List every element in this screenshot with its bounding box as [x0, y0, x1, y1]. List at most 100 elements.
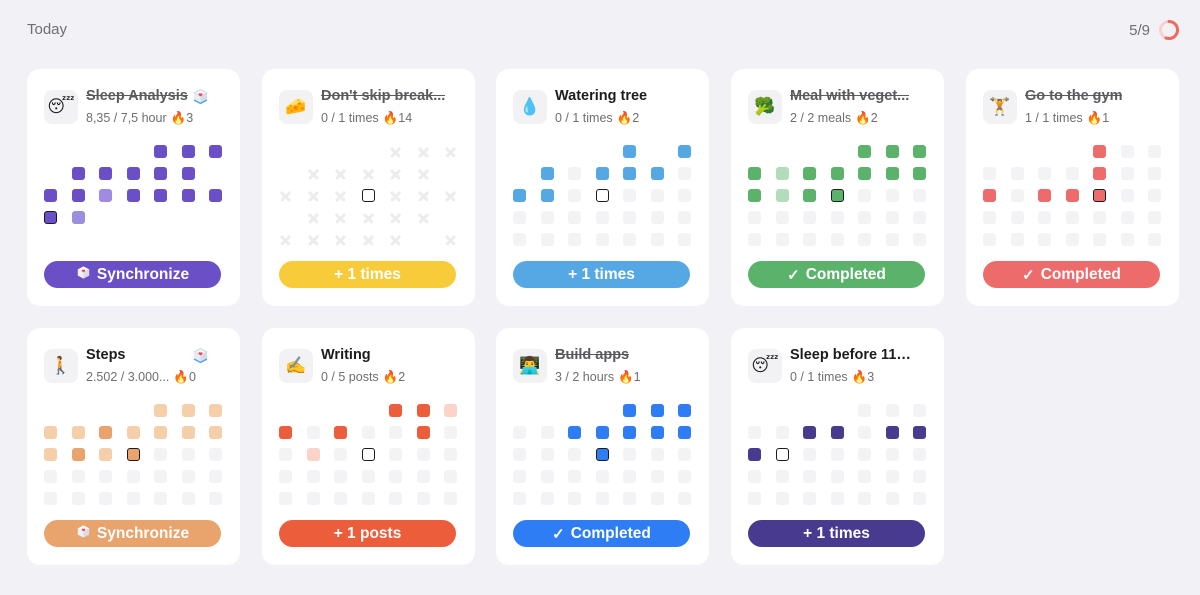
history-day — [1148, 145, 1161, 158]
history-day — [858, 404, 871, 417]
history-day — [99, 492, 112, 505]
habit-card[interactable]: 🧀 Don't skip break... 0 / 1 times 🔥14 + 1 ti… — [262, 69, 475, 306]
habit-card[interactable]: ✍️ Writing 0 / 5 posts 🔥2 + 1 posts — [262, 328, 475, 565]
history-day — [885, 145, 899, 158]
history-day-skipped — [417, 167, 430, 180]
history-day-skipped — [279, 233, 292, 246]
history-day — [513, 426, 526, 439]
habit-card[interactable]: 😴 Sleep Analysis 8,35 / 7,5 hour 🔥3 Synchron… — [27, 69, 240, 306]
history-day-today[interactable] — [595, 189, 609, 202]
history-day — [334, 426, 347, 439]
history-day — [803, 167, 816, 180]
history-day-today[interactable] — [361, 448, 375, 461]
action-label: Completed — [570, 524, 651, 542]
history-day — [623, 448, 636, 461]
history-day — [858, 145, 871, 158]
habit-progress: 3 / 2 hours 🔥1 — [555, 370, 641, 385]
history-grid — [44, 145, 222, 246]
history-day — [623, 211, 636, 224]
fire-icon: 🔥 — [851, 370, 868, 384]
history-grid — [44, 404, 222, 505]
history-day — [650, 470, 664, 483]
history-day — [44, 448, 57, 461]
history-day — [913, 492, 926, 505]
history-day — [1065, 233, 1079, 246]
history-grid — [279, 404, 457, 505]
history-day — [361, 492, 375, 505]
history-day — [858, 189, 871, 202]
progress-text: 0 / 1 times — [321, 111, 379, 125]
history-day — [306, 492, 320, 505]
history-grid — [983, 145, 1161, 246]
history-day — [650, 233, 664, 246]
habit-card[interactable]: 😴 Sleep before 11pm 0 / 1 times 🔥3 + 1 times — [731, 328, 944, 565]
completed-button[interactable]: ✓ Completed — [513, 520, 690, 547]
history-day — [209, 470, 222, 483]
fire-icon: 🔥 — [382, 370, 399, 384]
action-label: Synchronize — [96, 524, 190, 542]
habit-card[interactable]: 🥦 Meal with veget... 2 / 2 meals 🔥2 ✓ Complet… — [731, 69, 944, 306]
add-progress-button[interactable]: + 1 posts — [279, 520, 456, 547]
history-day-today[interactable] — [126, 448, 140, 461]
history-day — [1120, 167, 1134, 180]
history-day-today[interactable] — [361, 189, 375, 202]
progress-ring-icon — [1159, 20, 1179, 40]
history-day — [181, 448, 195, 461]
add-progress-button[interactable]: + 1 times — [513, 261, 690, 288]
history-day — [775, 426, 789, 439]
history-day — [568, 233, 581, 246]
fire-icon: 🔥 — [855, 111, 871, 125]
history-day — [1010, 233, 1024, 246]
history-day-skipped — [307, 189, 320, 202]
history-day — [1065, 211, 1079, 224]
history-day-today[interactable] — [1093, 189, 1106, 202]
history-day — [389, 448, 402, 461]
history-day-today[interactable] — [830, 189, 844, 202]
history-day — [803, 470, 816, 483]
history-day — [209, 448, 222, 461]
habit-progress: 8,35 / 7,5 hour 🔥3 — [86, 111, 193, 126]
history-day — [99, 167, 112, 180]
history-day — [885, 211, 899, 224]
completed-button[interactable]: ✓ Completed — [748, 261, 925, 288]
synchronize-button[interactable]: Synchronize — [44, 261, 221, 288]
history-day — [830, 426, 844, 439]
walking-person-icon: 🚶 — [44, 349, 78, 383]
history-day — [154, 426, 167, 439]
history-day — [913, 233, 926, 246]
add-progress-button[interactable]: + 1 times — [748, 520, 925, 547]
add-progress-button[interactable]: + 1 times — [279, 261, 456, 288]
history-day-skipped — [307, 211, 320, 224]
history-day-today[interactable] — [595, 448, 609, 461]
synchronize-button[interactable]: Synchronize — [44, 520, 221, 547]
history-day — [154, 470, 167, 483]
history-day — [306, 470, 320, 483]
history-day — [858, 426, 871, 439]
habit-card[interactable]: 🚶 Steps 2.502 / 3.000... 🔥0 Synchronize — [27, 328, 240, 565]
history-day — [803, 492, 816, 505]
history-day — [748, 189, 761, 202]
action-label: Completed — [1040, 265, 1121, 283]
history-day — [44, 470, 57, 483]
history-day — [568, 492, 581, 505]
history-day-skipped — [444, 189, 457, 202]
habit-progress: 2 / 2 meals 🔥2 — [790, 111, 878, 126]
history-day — [126, 189, 140, 202]
history-day — [568, 211, 581, 224]
history-day-today[interactable] — [775, 448, 789, 461]
history-day — [513, 470, 526, 483]
history-day-skipped — [334, 167, 347, 180]
streak-count: 1 — [1102, 111, 1110, 125]
habit-card[interactable]: 🏋️ Go to the gym 1 / 1 times 🔥1 ✓ Completed — [966, 69, 1179, 306]
history-day — [181, 189, 195, 202]
history-day — [623, 492, 636, 505]
history-day-today[interactable] — [44, 211, 57, 224]
habit-card[interactable]: 👨‍💻 Build apps 3 / 2 hours 🔥1 ✓ Completed — [496, 328, 709, 565]
history-day — [568, 167, 581, 180]
history-day — [748, 448, 761, 461]
history-day — [678, 233, 691, 246]
history-day — [858, 211, 871, 224]
completed-button[interactable]: ✓ Completed — [983, 261, 1160, 288]
habit-card[interactable]: 💧 Watering tree 0 / 1 times 🔥2 + 1 times — [496, 69, 709, 306]
history-day — [154, 448, 167, 461]
